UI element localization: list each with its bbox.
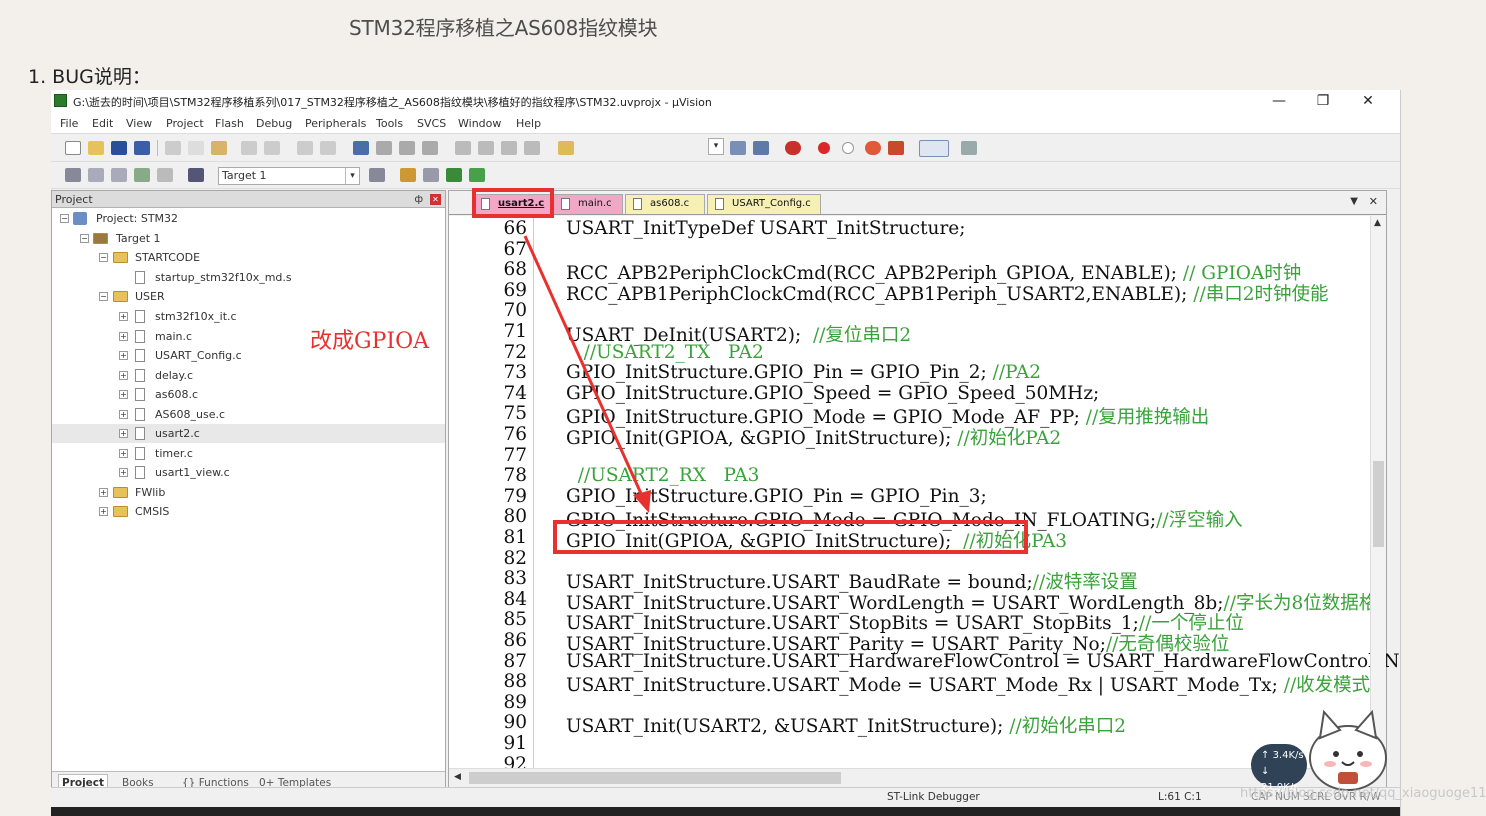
csdn-watermark: https://blog.csdn.net/qq_xiaoguoge11: [1240, 786, 1486, 801]
page: STM32程序移植之AS608指纹模块 1. BUG说明： G:\逝去的时间\项…: [0, 0, 1486, 816]
status-bar: ST-Link Debugger L:61 C:1 CAP NUM SCRL O…: [51, 787, 1400, 807]
uvision-window: G:\逝去的时间\项目\STM32程序移植系列\017_STM32程序移植之_A…: [51, 90, 1401, 816]
status-debugger: ST-Link Debugger: [887, 791, 980, 803]
arrow-annotation: [523, 235, 651, 513]
cat-mascot-icon: [1309, 709, 1387, 791]
bug-heading: 1. BUG说明：: [28, 66, 151, 88]
taskbar-strip: [51, 807, 1400, 816]
status-position: L:61 C:1: [1158, 791, 1202, 803]
article-title: STM32程序移植之AS608指纹模块: [349, 16, 658, 40]
net-speed-widget: ↑ 3.4K/s ↓ 21.9K/s: [1251, 744, 1307, 793]
